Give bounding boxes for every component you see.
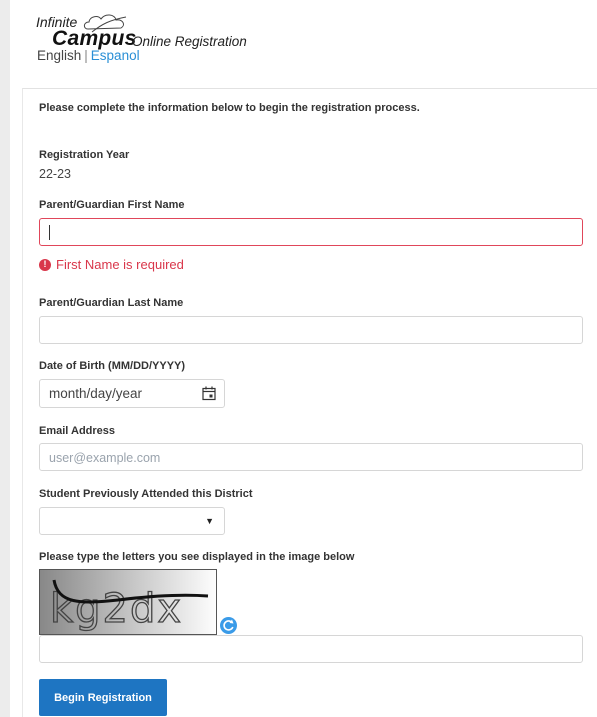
left-sidebar-edge — [0, 0, 10, 717]
registration-year-label: Registration Year — [39, 149, 130, 161]
language-switcher: English | Espanol — [37, 48, 140, 63]
email-label: Email Address — [39, 425, 116, 437]
lang-espanol-link[interactable]: Espanol — [91, 48, 140, 63]
email-placeholder: user@example.com — [49, 451, 161, 465]
attended-district-select[interactable]: ▼ — [39, 507, 225, 535]
lang-separator: | — [84, 48, 88, 63]
registration-form: Please complete the information below to… — [22, 88, 597, 717]
first-name-error: ! First Name is required — [39, 257, 184, 272]
lang-english[interactable]: English — [37, 48, 81, 63]
text-caret — [49, 225, 50, 240]
form-intro: Please complete the information below to… — [39, 102, 420, 114]
captcha-label: Please type the letters you see displaye… — [39, 551, 355, 563]
header: Infinite Campus Online Registration Engl… — [22, 10, 582, 80]
dob-input[interactable]: month/day/year — [39, 379, 225, 408]
captcha-text: kg2dx — [50, 586, 183, 632]
begin-registration-button[interactable]: Begin Registration — [39, 679, 167, 716]
calendar-icon[interactable] — [202, 386, 216, 401]
captcha-input[interactable] — [39, 635, 583, 663]
chevron-down-icon: ▼ — [205, 516, 214, 526]
captcha-graphic: kg2dx — [49, 579, 209, 633]
attended-district-label: Student Previously Attended this Distric… — [39, 488, 253, 500]
dob-label: Date of Birth (MM/DD/YYYY) — [39, 360, 186, 372]
captcha-image: kg2dx — [39, 569, 217, 635]
refresh-icon[interactable] — [220, 617, 237, 634]
first-name-label: Parent/Guardian First Name — [39, 199, 185, 211]
last-name-input[interactable] — [39, 316, 583, 344]
registration-year-value: 22-23 — [39, 167, 71, 181]
email-input[interactable]: user@example.com — [39, 443, 583, 471]
dob-placeholder: month/day/year — [49, 386, 143, 401]
first-name-error-text: First Name is required — [56, 257, 184, 272]
app-subtitle: Online Registration — [132, 34, 247, 49]
first-name-input[interactable] — [39, 218, 583, 246]
last-name-label: Parent/Guardian Last Name — [39, 297, 184, 309]
error-icon: ! — [39, 258, 51, 271]
